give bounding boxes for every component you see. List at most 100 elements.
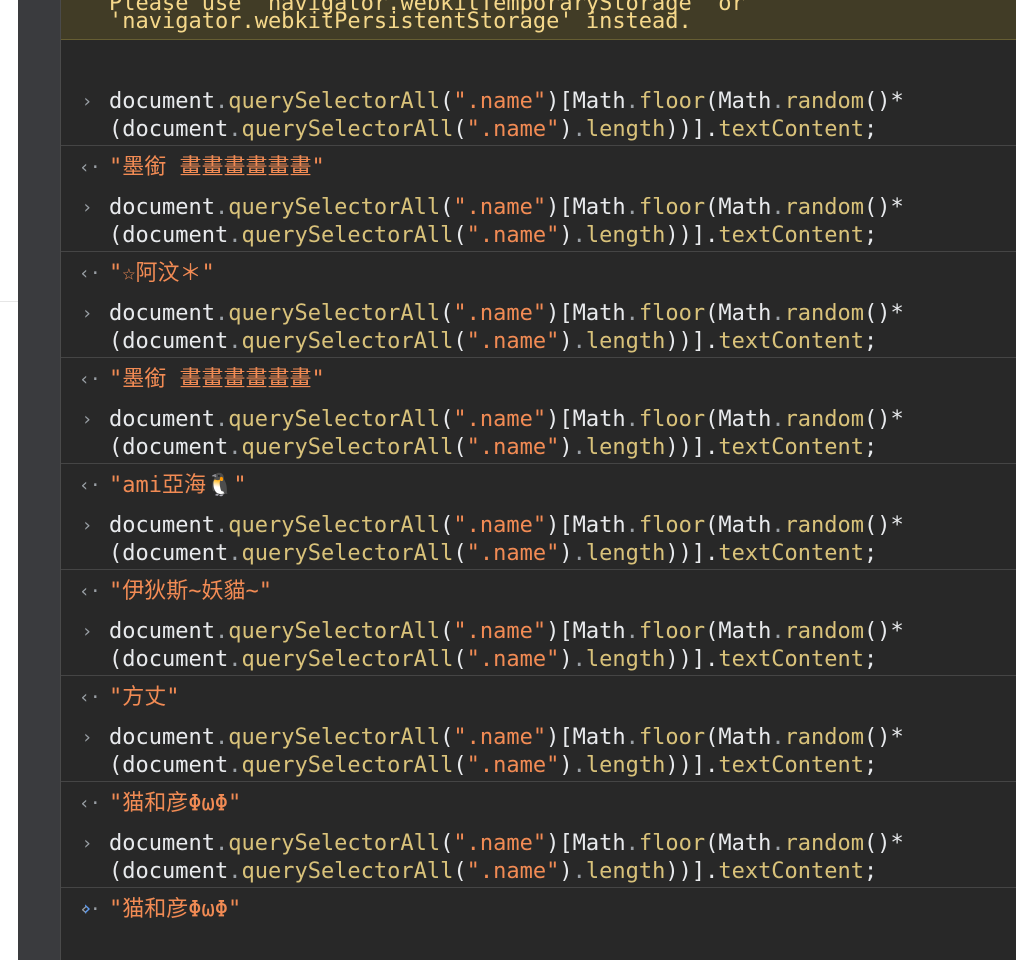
- code-line-2[interactable]: (document.querySelectorAll(".name").leng…: [109, 116, 877, 144]
- code-token: ))].: [665, 117, 719, 142]
- code-token: document: [109, 301, 215, 326]
- code-token: document: [109, 831, 215, 856]
- code-token: ;: [864, 859, 878, 884]
- code-token: )[: [546, 725, 573, 750]
- code-token: ()*: [864, 89, 904, 114]
- code-token: )[: [546, 195, 573, 220]
- code-line-2[interactable]: (document.querySelectorAll(".name").leng…: [109, 328, 877, 356]
- console-entry: › document.querySelectorAll(".name")[Mat…: [61, 782, 1016, 922]
- code-token: .: [228, 223, 242, 248]
- code-token: Math: [572, 301, 626, 326]
- code-token: length: [585, 753, 666, 778]
- code-token: querySelectorAll: [241, 647, 454, 672]
- code-token: document: [122, 329, 229, 354]
- code-line-2[interactable]: (document.querySelectorAll(".name").leng…: [109, 540, 877, 568]
- code-token: (: [705, 725, 719, 750]
- code-token: floor: [638, 619, 706, 644]
- code-token: floor: [638, 725, 706, 750]
- code-token: .: [625, 831, 639, 856]
- code-token: random: [784, 513, 865, 538]
- code-token: )[: [546, 89, 573, 114]
- code-token: )[: [546, 619, 573, 644]
- code-token: .: [228, 647, 242, 672]
- code-token: ;: [864, 435, 878, 460]
- code-token: .: [625, 195, 639, 220]
- code-token: .: [214, 619, 229, 644]
- code-token: ()*: [864, 619, 904, 644]
- console-entry: › document.querySelectorAll(".name")[Mat…: [61, 464, 1016, 604]
- warning-line-2: 'navigator.webkitPersistentStorage' inst…: [109, 9, 692, 34]
- code-token: textContent: [718, 117, 865, 142]
- code-token: ".name": [453, 513, 547, 538]
- code-token: ()*: [864, 513, 904, 538]
- code-token: length: [585, 541, 666, 566]
- code-token: random: [784, 195, 865, 220]
- code-token: ()*: [864, 831, 904, 856]
- code-line-2[interactable]: (document.querySelectorAll(".name").leng…: [109, 752, 877, 780]
- code-line-1[interactable]: document.querySelectorAll(".name")[Math.…: [109, 830, 904, 858]
- code-token: (: [705, 831, 719, 856]
- code-token: (: [453, 117, 467, 142]
- code-token: (: [109, 223, 123, 248]
- console-panel[interactable]: Please use 'navigator.webkitTemporarySto…: [60, 0, 1016, 960]
- code-token: (: [705, 513, 719, 538]
- code-token: ): [559, 435, 573, 460]
- code-token: document: [109, 89, 215, 114]
- code-token: querySelectorAll: [241, 117, 454, 142]
- code-token: querySelectorAll: [241, 753, 454, 778]
- code-token: (: [440, 89, 454, 114]
- code-token: (: [453, 223, 467, 248]
- code-line-1[interactable]: document.querySelectorAll(".name")[Math.…: [109, 512, 904, 540]
- code-token: textContent: [718, 223, 865, 248]
- code-token: (: [453, 753, 467, 778]
- code-line-2[interactable]: (document.querySelectorAll(".name").leng…: [109, 434, 877, 462]
- code-line-1[interactable]: document.querySelectorAll(".name")[Math.…: [109, 724, 904, 752]
- code-token: random: [784, 301, 865, 326]
- code-token: Math: [718, 513, 772, 538]
- code-token: ".name": [453, 301, 547, 326]
- page-edge: [0, 0, 18, 960]
- code-token: )[: [546, 513, 573, 538]
- code-token: (: [705, 89, 719, 114]
- code-token: (: [440, 725, 454, 750]
- code-token: (: [705, 407, 719, 432]
- code-token: .: [771, 407, 785, 432]
- code-token: querySelectorAll: [241, 859, 454, 884]
- code-token: document: [122, 859, 229, 884]
- code-token: (: [453, 647, 467, 672]
- code-line-1[interactable]: document.querySelectorAll(".name")[Math.…: [109, 618, 904, 646]
- code-token: querySelectorAll: [241, 223, 454, 248]
- code-token: .: [771, 195, 785, 220]
- code-token: ))].: [665, 329, 719, 354]
- code-token: querySelectorAll: [228, 195, 441, 220]
- code-token: (: [109, 647, 123, 672]
- code-line-2[interactable]: (document.querySelectorAll(".name").leng…: [109, 646, 877, 674]
- code-line-2[interactable]: (document.querySelectorAll(".name").leng…: [109, 858, 877, 886]
- code-token: .: [771, 725, 785, 750]
- code-token: (: [109, 435, 123, 460]
- code-line-1[interactable]: document.querySelectorAll(".name")[Math.…: [109, 194, 904, 222]
- code-token: .: [625, 301, 639, 326]
- code-token: ".name": [453, 89, 547, 114]
- code-token: ): [559, 117, 573, 142]
- result-value[interactable]: "猫和彦ΦωΦ": [109, 896, 241, 924]
- code-line-2[interactable]: (document.querySelectorAll(".name").leng…: [109, 222, 877, 250]
- code-token: ".name": [466, 647, 560, 672]
- console-entry: › document.querySelectorAll(".name")[Mat…: [61, 40, 1016, 180]
- code-line-1[interactable]: document.querySelectorAll(".name")[Math.…: [109, 300, 904, 328]
- code-line-1[interactable]: document.querySelectorAll(".name")[Math.…: [109, 406, 904, 434]
- console-entry: › document.querySelectorAll(".name")[Mat…: [61, 252, 1016, 392]
- code-token: ;: [864, 223, 878, 248]
- code-token: (: [440, 831, 454, 856]
- code-token: floor: [638, 407, 706, 432]
- code-token: document: [109, 407, 215, 432]
- input-chevron-icon: ›: [81, 91, 93, 112]
- prompt-chevron-icon[interactable]: ›: [79, 894, 95, 922]
- code-token: ".name": [466, 329, 560, 354]
- console-entry: › document.querySelectorAll(".name")[Mat…: [61, 676, 1016, 816]
- code-token: (: [453, 541, 467, 566]
- page-divider: [0, 301, 18, 302]
- code-token: random: [784, 407, 865, 432]
- input-chevron-icon: ›: [81, 621, 93, 642]
- code-line-1[interactable]: document.querySelectorAll(".name")[Math.…: [109, 88, 904, 116]
